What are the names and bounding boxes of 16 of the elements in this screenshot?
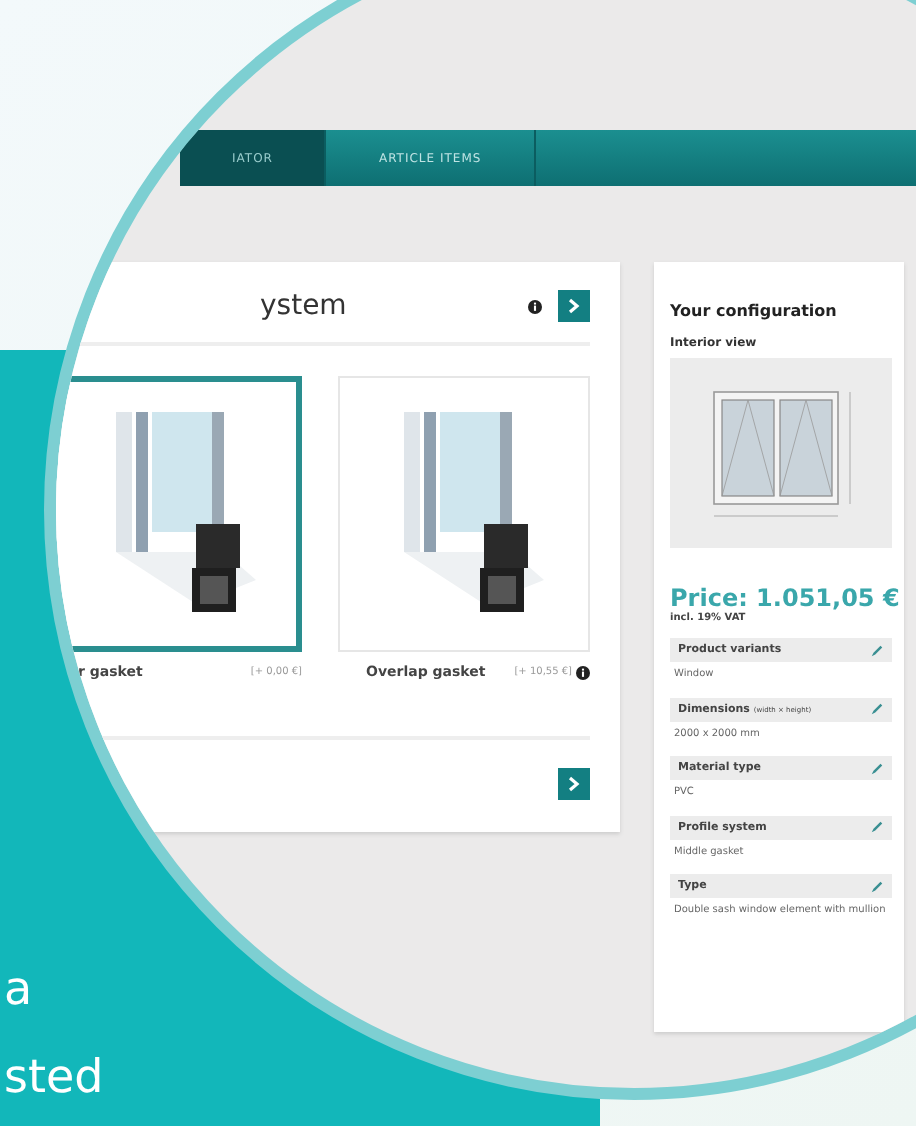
pencil-icon[interactable] xyxy=(870,879,884,893)
help-icon[interactable] xyxy=(576,665,590,679)
option-card[interactable] xyxy=(56,376,302,652)
chevron-right-icon xyxy=(568,776,580,792)
pencil-icon[interactable] xyxy=(870,702,884,716)
config-title: Your configuration xyxy=(670,302,839,320)
banner-text: sted xyxy=(4,1050,106,1108)
next-button[interactable] xyxy=(558,768,590,800)
info-icon[interactable] xyxy=(528,299,542,313)
chevron-right-icon xyxy=(568,298,580,314)
pencil-icon[interactable] xyxy=(870,820,884,834)
pencil-icon[interactable] xyxy=(870,761,884,775)
panel-title: ystem xyxy=(260,290,347,322)
pencil-icon[interactable] xyxy=(870,643,884,657)
next-button[interactable] xyxy=(558,290,590,322)
banner-text: a xyxy=(4,962,35,1020)
